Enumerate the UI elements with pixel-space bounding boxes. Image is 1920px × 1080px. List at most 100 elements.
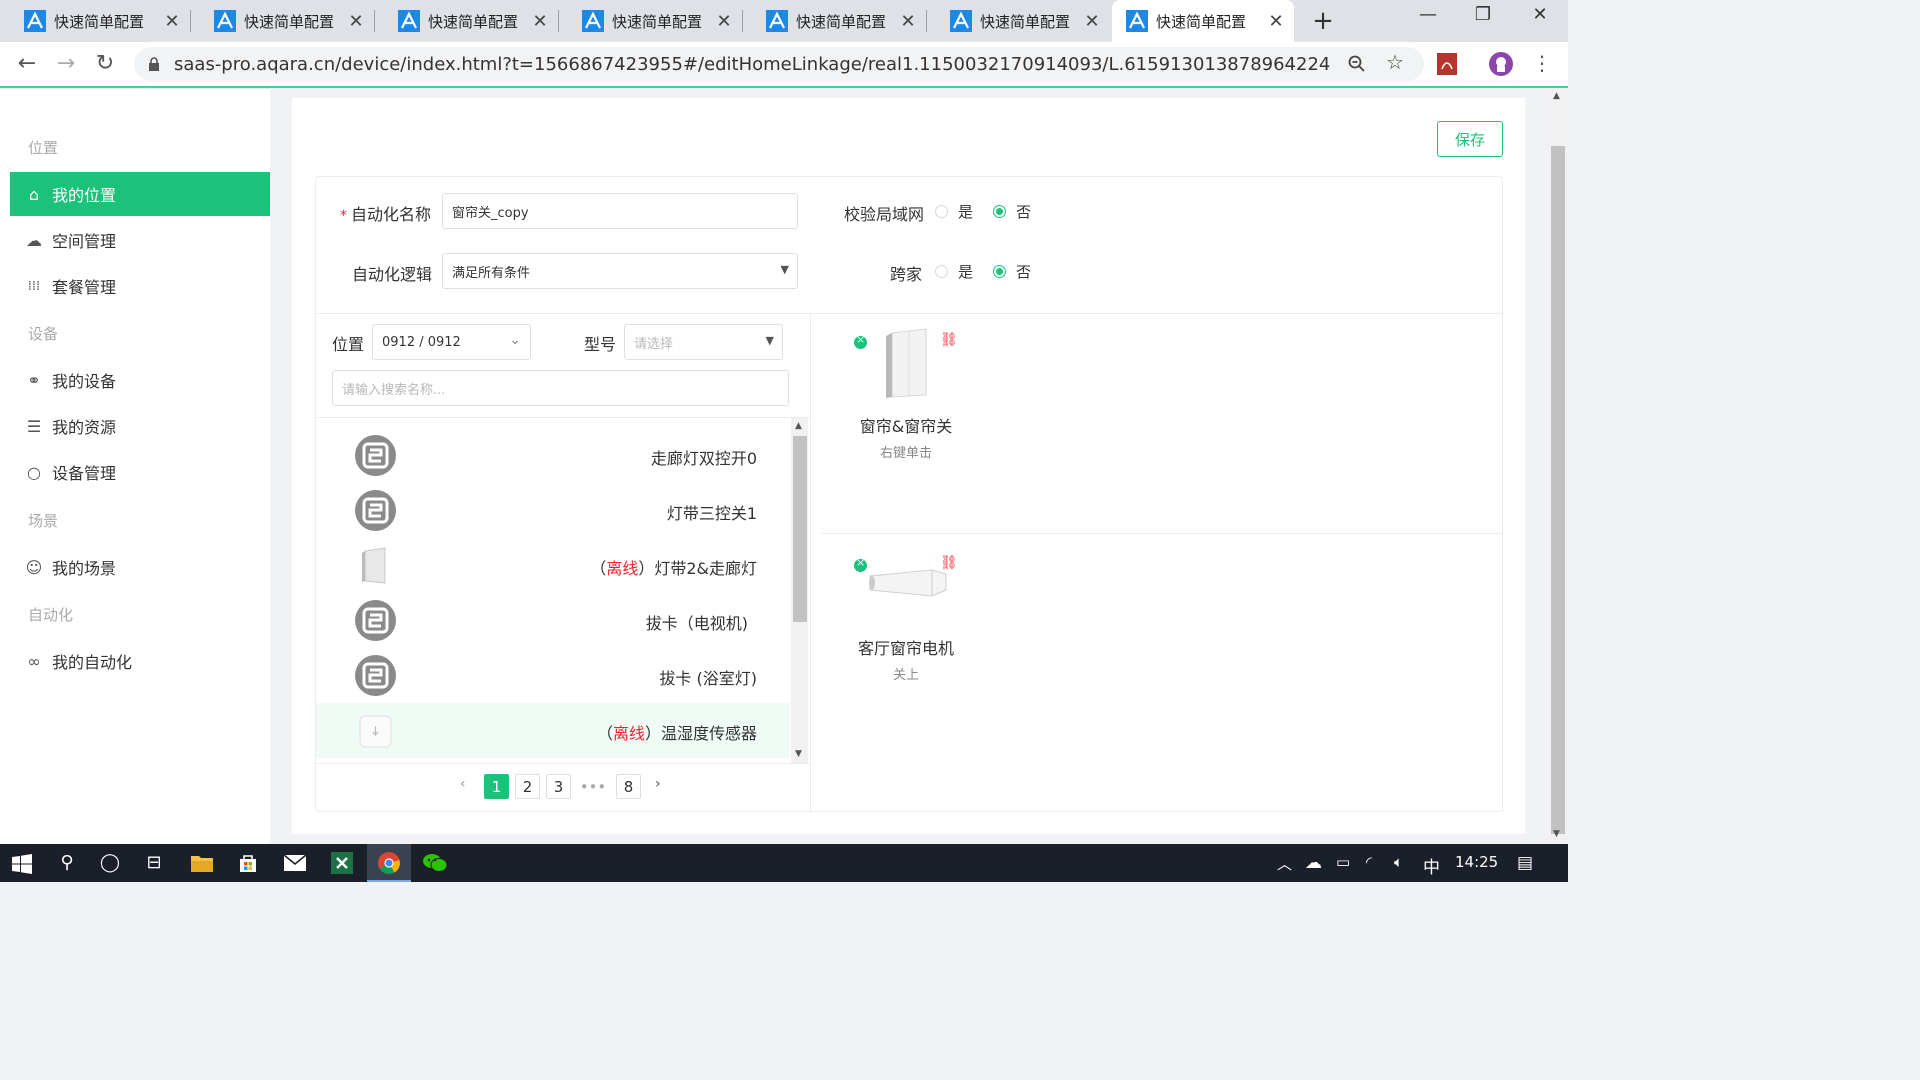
save-button[interactable]: 保存 bbox=[1437, 121, 1503, 157]
sidebar-item-plan-management[interactable]: ⁞⁞⁞ 套餐管理 bbox=[10, 264, 270, 308]
lan-yes-radio[interactable] bbox=[935, 205, 948, 218]
profile-avatar[interactable] bbox=[1489, 52, 1513, 76]
browser-tab-strip: 快速简单配置 ✕ 快速简单配置 ✕ 快速简单配置 ✕ 快速简单配置 ✕ 快速简单… bbox=[0, 0, 1568, 42]
cross-yes-radio[interactable] bbox=[935, 265, 948, 278]
sidebar-item-device-management[interactable]: ○ 设备管理 bbox=[10, 450, 270, 494]
sidebar-item-my-automations[interactable]: ∞ 我的自动化 bbox=[10, 639, 270, 683]
battery-icon[interactable]: ▭ bbox=[1336, 853, 1350, 871]
forward-arrow-icon[interactable]: → bbox=[53, 51, 79, 76]
scroll-up-icon[interactable]: ▲ bbox=[795, 421, 802, 431]
unlink-icon[interactable]: ⛓ bbox=[940, 555, 958, 571]
list-item[interactable]: 拔卡（电视机) bbox=[316, 593, 790, 648]
ime-indicator[interactable]: 中 bbox=[1423, 853, 1440, 878]
windows-start-icon[interactable] bbox=[12, 854, 32, 874]
device-list: 走廊灯双控开0 灯带三控关1 （离线）灯带2&走廊灯 拔卡（电视机) 拔卡 (浴… bbox=[316, 418, 790, 763]
model-filter-placeholder: 请选择 bbox=[634, 336, 674, 352]
unlink-icon[interactable]: ⛓ bbox=[940, 332, 958, 348]
star-icon[interactable]: ☆ bbox=[1386, 50, 1404, 74]
minimize-icon[interactable]: — bbox=[1408, 4, 1448, 25]
location-filter-select[interactable]: 0912 / 0912 ⌄ bbox=[372, 324, 531, 360]
device-search-input[interactable]: 请输入搜索名称... bbox=[332, 370, 789, 406]
tab-close-icon[interactable]: ✕ bbox=[1082, 11, 1102, 32]
browser-tab[interactable]: 快速简单配置 ✕ bbox=[190, 0, 375, 42]
cross-home-label: 跨家 bbox=[890, 265, 923, 284]
page: 位置 ⌂ 我的位置 ☁ 空间管理 ⁞⁞⁞ 套餐管理 设备 ⚭ 我的设备 ☰ 我的… bbox=[0, 88, 1568, 844]
zoom-icon[interactable] bbox=[1348, 55, 1366, 73]
tab-title: 快速简单配置 bbox=[54, 12, 145, 31]
browser-tab[interactable]: 快速简单配置 ✕ bbox=[742, 0, 927, 42]
automation-logic-select[interactable]: 满足所有条件 ▼ bbox=[442, 253, 798, 289]
address-bar[interactable]: saas-pro.aqara.cn/device/index.html?t=15… bbox=[134, 47, 1424, 81]
list-item[interactable]: 走廊灯双控开0 bbox=[316, 428, 790, 483]
sidebar-item-space-management[interactable]: ☁ 空间管理 bbox=[10, 218, 270, 262]
browser-menu-icon[interactable]: ⋮ bbox=[1529, 51, 1555, 75]
page-scrollbar[interactable]: ▲ ▼ bbox=[1548, 88, 1568, 844]
prev-page-icon[interactable]: ‹ bbox=[460, 776, 466, 792]
notification-icon[interactable]: ▤ bbox=[1517, 853, 1533, 873]
page-ellipsis[interactable]: ••• bbox=[579, 774, 607, 799]
scrollbar-thumb[interactable] bbox=[793, 436, 807, 622]
scroll-down-icon[interactable]: ▼ bbox=[795, 749, 802, 759]
browser-tab[interactable]: 快速简单配置 ✕ bbox=[926, 0, 1110, 42]
pdf-extension-icon[interactable] bbox=[1437, 53, 1457, 75]
sidebar-item-my-location[interactable]: ⌂ 我的位置 bbox=[10, 172, 270, 216]
clock[interactable]: 14:25 bbox=[1455, 853, 1498, 871]
restore-icon[interactable]: ❐ bbox=[1463, 4, 1503, 25]
list-item[interactable]: 拔卡 (浴室灯) bbox=[316, 648, 790, 703]
chrome-taskbar-button[interactable] bbox=[367, 844, 411, 882]
page-button[interactable]: 1 bbox=[484, 774, 509, 799]
divider bbox=[810, 314, 811, 811]
reload-icon[interactable]: ↻ bbox=[92, 51, 118, 76]
browser-tab[interactable]: 快速简单配置 ✕ bbox=[0, 0, 191, 42]
file-explorer-icon[interactable] bbox=[191, 854, 213, 872]
tray-expand-icon[interactable]: ︿ bbox=[1277, 853, 1292, 874]
scroll-up-icon[interactable]: ▲ bbox=[1553, 91, 1560, 101]
tab-close-icon[interactable]: ✕ bbox=[1266, 11, 1286, 32]
tab-close-icon[interactable]: ✕ bbox=[898, 11, 918, 32]
lan-no-label: 否 bbox=[1016, 203, 1032, 221]
mail-icon[interactable] bbox=[284, 855, 306, 871]
tab-close-icon[interactable]: ✕ bbox=[530, 11, 550, 32]
page-button[interactable]: 8 bbox=[616, 774, 641, 799]
store-icon[interactable] bbox=[238, 853, 258, 873]
tab-close-icon[interactable]: ✕ bbox=[346, 11, 366, 32]
page-button[interactable]: 2 bbox=[515, 774, 540, 799]
model-filter-select[interactable]: 请选择 ▼ bbox=[624, 324, 783, 360]
browser-tab-active[interactable]: 快速简单配置 ✕ bbox=[1112, 0, 1294, 42]
device-list-scrollbar[interactable]: ▲ ▼ bbox=[791, 418, 808, 763]
wifi-icon[interactable]: ◜ bbox=[1366, 853, 1372, 871]
action-card[interactable]: ⛓ 客厅窗帘电机 关上 bbox=[816, 540, 996, 683]
list-item[interactable]: （离线）灯带2&走廊灯 bbox=[316, 538, 790, 593]
sidebar-item-my-devices[interactable]: ⚭ 我的设备 bbox=[10, 358, 270, 402]
smile-icon: ☺ bbox=[25, 557, 43, 577]
scrollbar-thumb[interactable] bbox=[1551, 146, 1565, 834]
chevron-down-icon: ⌄ bbox=[509, 332, 521, 348]
list-item[interactable]: 灯带三控关1 bbox=[316, 483, 790, 538]
volume-icon[interactable]: 🔈︎ bbox=[1394, 853, 1403, 871]
back-arrow-icon[interactable]: ← bbox=[14, 51, 40, 76]
cortana-icon[interactable]: ◯ bbox=[97, 850, 123, 876]
tab-close-icon[interactable]: ✕ bbox=[162, 11, 182, 32]
excel-icon[interactable] bbox=[331, 852, 353, 874]
sidebar-item-my-resources[interactable]: ☰ 我的资源 bbox=[10, 404, 270, 448]
onedrive-icon[interactable]: ☁ bbox=[1305, 853, 1322, 873]
sidebar-item-my-scenes[interactable]: ☺ 我的场景 bbox=[10, 545, 270, 589]
tab-close-icon[interactable]: ✕ bbox=[714, 11, 734, 32]
browser-tab[interactable]: 快速简单配置 ✕ bbox=[558, 0, 743, 42]
next-page-icon[interactable]: › bbox=[655, 776, 661, 792]
cross-no-radio[interactable] bbox=[993, 265, 1007, 278]
close-window-icon[interactable]: ✕ bbox=[1520, 4, 1560, 25]
action-card[interactable]: ⛓ 窗帘&窗帘关 右键单击 bbox=[816, 317, 996, 461]
browser-tab[interactable]: 快速简单配置 ✕ bbox=[374, 0, 559, 42]
search-icon[interactable]: ⚲ bbox=[54, 850, 80, 876]
sidebar-item-label: 我的位置 bbox=[52, 186, 117, 205]
page-button[interactable]: 3 bbox=[546, 774, 571, 799]
new-tab-button[interactable]: + bbox=[1310, 6, 1336, 36]
scroll-down-icon[interactable]: ▼ bbox=[1553, 829, 1560, 839]
task-view-icon[interactable]: ⊟ bbox=[141, 850, 167, 876]
browser-toolbar: ← → ↻ saas-pro.aqara.cn/device/index.htm… bbox=[0, 42, 1568, 86]
wechat-icon[interactable] bbox=[423, 853, 447, 873]
list-item[interactable]: （离线）温湿度传感器 bbox=[316, 703, 790, 758]
automation-name-input[interactable]: 窗帘关_copy bbox=[442, 193, 798, 229]
lan-no-radio[interactable] bbox=[993, 205, 1007, 218]
